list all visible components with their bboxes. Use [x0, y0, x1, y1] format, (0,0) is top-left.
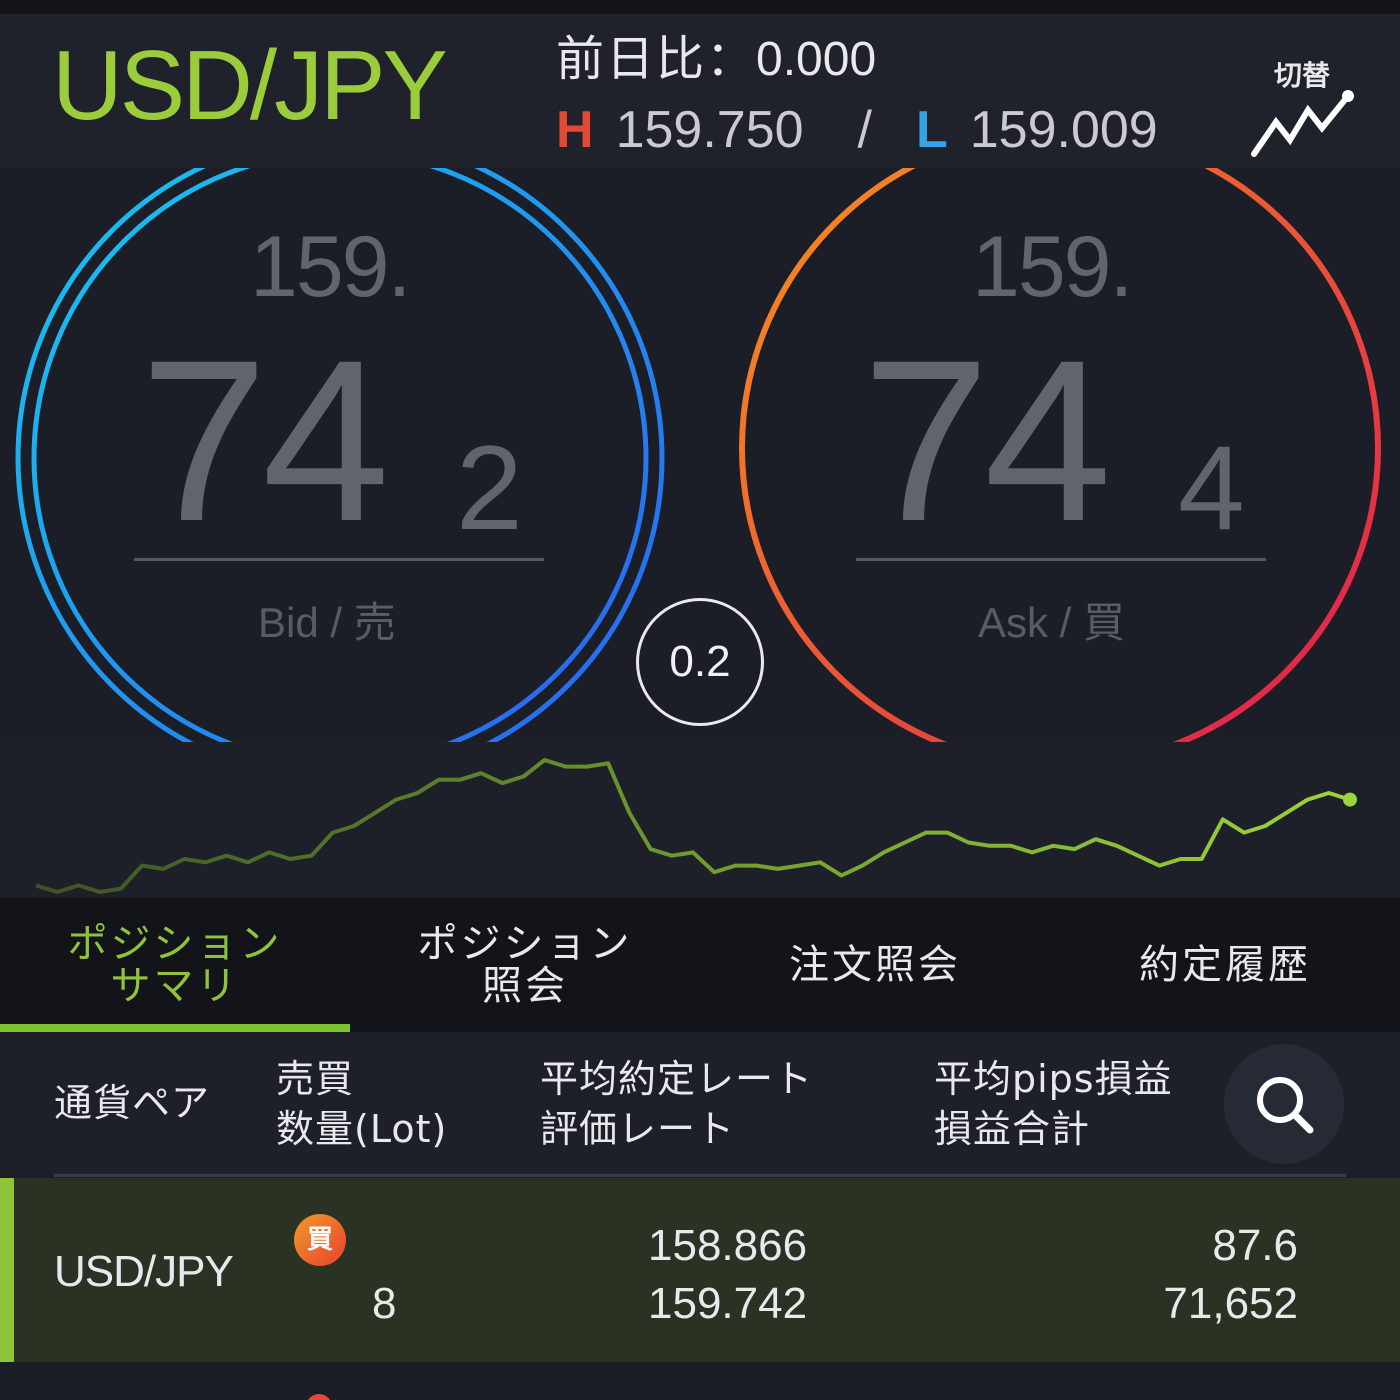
- spread-indicator: 0.2: [636, 598, 764, 726]
- col-avg-rate-label: 平均約定レート: [540, 1057, 814, 1101]
- col-side-label: 売買: [276, 1057, 355, 1101]
- col-pl: 平均pips損益 損益合計: [934, 1054, 1173, 1154]
- ask-price-main: 74: [862, 312, 1112, 569]
- rate-header: USD/JPY 前日比：0.000 H 159.750 / L 159.009 切替: [0, 14, 1400, 168]
- ask-label: Ask / 買: [978, 599, 1126, 646]
- row-total-pl: 71,652: [1163, 1279, 1298, 1328]
- day-change-label: 前日比：: [556, 33, 757, 86]
- tab-label: 注文照会: [789, 942, 961, 988]
- high-low-row: H 159.750 / L 159.009: [556, 104, 1158, 156]
- currency-pair-title[interactable]: USD/JPY: [52, 36, 448, 134]
- tab-label-line2: サマリ: [110, 963, 240, 1009]
- ask-divider: [856, 558, 1266, 561]
- side-badge-partial: [306, 1394, 332, 1400]
- col-lots-label: 数量(Lot): [276, 1107, 448, 1152]
- col-rates: 平均約定レート 評価レート: [540, 1054, 813, 1154]
- tab-label: 約定履歴: [1139, 942, 1311, 988]
- table-header: 通貨ペア 売買 数量(Lot) 平均約定レート 評価レート 平均pips損益 損…: [0, 1032, 1400, 1176]
- sparkline-path: [35, 758, 1351, 894]
- row-lots: 8: [372, 1279, 397, 1328]
- low-label: L: [915, 101, 948, 159]
- bid-price-prefix: 159.: [250, 219, 411, 315]
- day-change: 前日比：0.000: [556, 36, 876, 84]
- day-change-value: 0.000: [756, 33, 877, 86]
- table-row[interactable]: USD/JPY 買 8 158.866 159.742 87.6 71,652: [0, 1178, 1400, 1362]
- row-avg-rate: 158.866: [648, 1221, 808, 1270]
- tab-label-line1: ポジション: [67, 921, 283, 967]
- row-pair: USD/JPY: [54, 1247, 234, 1296]
- tab-position-inquiry[interactable]: ポジション 照会: [350, 898, 700, 1032]
- col-eval-rate-label: 評価レート: [540, 1107, 736, 1152]
- table-row[interactable]: [0, 1362, 1400, 1400]
- bid-price-pip: 2: [456, 421, 523, 555]
- bid-divider: [134, 558, 544, 561]
- search-button[interactable]: [1224, 1044, 1344, 1164]
- tab-label-line1: ポジション: [417, 921, 633, 967]
- line-chart-icon: [1251, 90, 1354, 157]
- ask-price-prefix: 159.: [972, 219, 1133, 315]
- chart-switch-button[interactable]: 切替: [1244, 54, 1360, 164]
- active-tab-indicator: [0, 1024, 350, 1032]
- ask-price-pip: 4: [1178, 421, 1245, 555]
- row-accent-bar: [0, 1178, 14, 1362]
- tab-position-summary[interactable]: ポジション サマリ: [0, 898, 350, 1032]
- status-strip: [0, 0, 1400, 14]
- high-low-separator: /: [857, 101, 872, 159]
- position-tabs: ポジション サマリ ポジション 照会 注文照会 約定履歴: [0, 898, 1400, 1032]
- buy-badge: 買: [294, 1214, 346, 1266]
- row-avg-pips: 87.6: [1212, 1221, 1298, 1270]
- low-value: 159.009: [969, 101, 1158, 159]
- tab-order-inquiry[interactable]: 注文照会: [700, 898, 1050, 1032]
- col-side-lots: 売買 数量(Lot): [276, 1054, 447, 1154]
- rate-panel: 159. 74 2 Bid / 売 159. 74 4 Ask / 買 0.2: [0, 168, 1400, 742]
- tab-label-line2: 照会: [482, 963, 568, 1009]
- bid-price-main: 74: [140, 312, 390, 569]
- high-value: 159.750: [615, 101, 804, 159]
- bid-label: Bid / 売: [258, 599, 396, 646]
- bid-button[interactable]: 159. 74 2 Bid / 売: [60, 188, 620, 688]
- ask-button[interactable]: 159. 74 4 Ask / 買: [780, 188, 1340, 688]
- sparkline-svg: [35, 758, 1357, 894]
- header-divider: [54, 1174, 1346, 1177]
- col-total-pl-label: 損益合計: [934, 1107, 1091, 1152]
- sparkline-last-point: [1343, 792, 1357, 807]
- high-label: H: [556, 101, 594, 159]
- price-sparkline: [0, 742, 1400, 898]
- row-eval-rate: 159.742: [648, 1279, 808, 1328]
- tab-trade-history[interactable]: 約定履歴: [1050, 898, 1400, 1032]
- col-avg-pips-label: 平均pips損益: [934, 1057, 1173, 1101]
- col-currency-pair: 通貨ペア: [54, 1081, 211, 1125]
- search-icon: [1257, 1077, 1314, 1134]
